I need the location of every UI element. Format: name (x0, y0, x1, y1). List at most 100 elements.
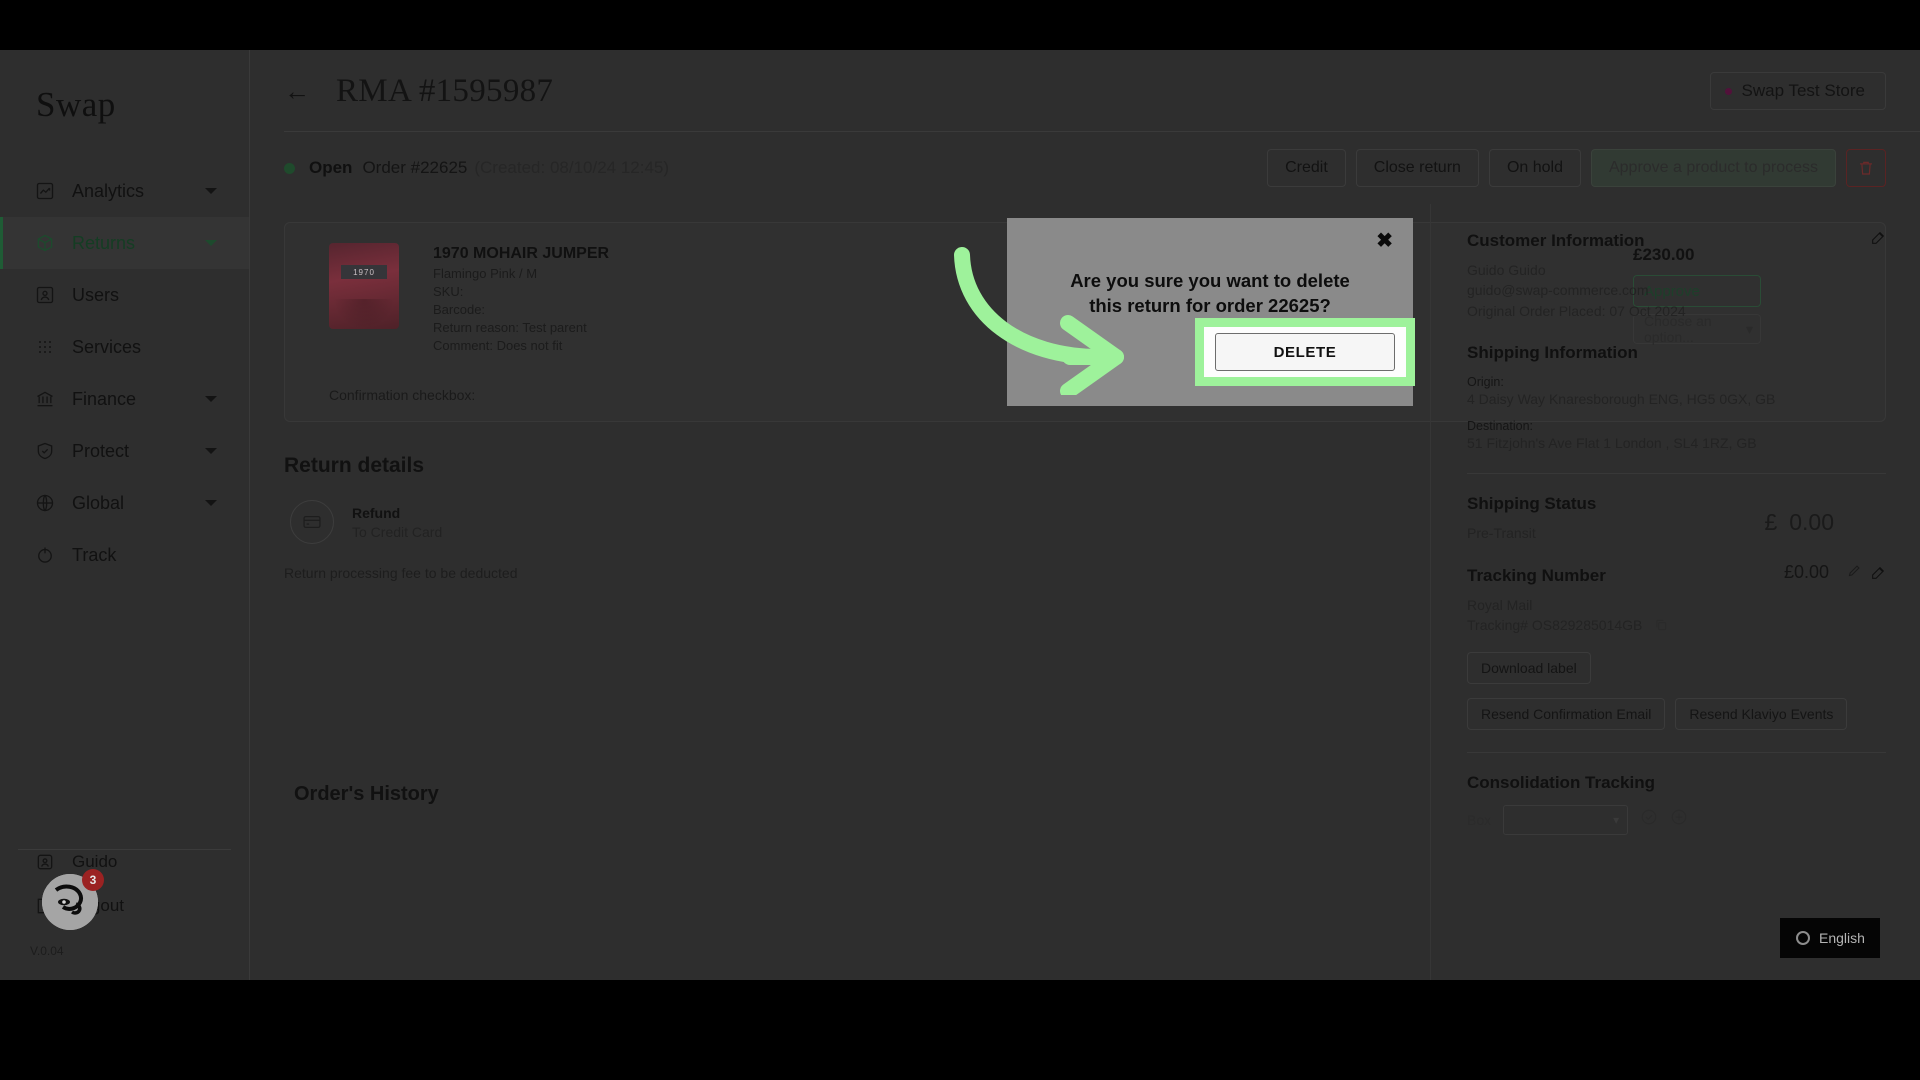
support-chat-widget[interactable]: 3 (42, 869, 104, 930)
language-label: English (1819, 930, 1865, 946)
sidebar-item-users[interactable]: Users (0, 269, 249, 321)
copy-icon[interactable] (1654, 619, 1668, 635)
shipping-status-heading: Shipping Status (1467, 493, 1597, 513)
store-dot-icon (1724, 87, 1732, 95)
on-hold-button[interactable]: On hold (1488, 149, 1581, 187)
product-info: 1970 MOHAIR JUMPER Flamingo Pink / M SKU… (433, 243, 609, 357)
check-circle-icon[interactable] (1640, 808, 1658, 831)
box-label: Box (1467, 811, 1492, 828)
app-version: V.0.04 (30, 944, 64, 958)
bank-icon (34, 388, 56, 410)
status-bar: Open Order #22625 (Created: 08/10/24 12:… (250, 132, 1920, 204)
shield-check-icon (34, 440, 56, 462)
sidebar: Swap Analytics Returns Users Services Fi… (0, 50, 250, 980)
tracking-number-heading: Tracking Number (1467, 565, 1886, 586)
panel-divider (1467, 472, 1886, 474)
sidebar-item-label: Analytics (72, 180, 145, 201)
store-name: Swap Test Store (1741, 81, 1865, 100)
grid-dots-icon (34, 336, 56, 358)
shipping-info-block: Shipping Information Origin: 4 Daisy Way… (1467, 343, 1886, 451)
delete-button-highlight: DELETE (1195, 318, 1415, 386)
customer-order-placed: Original Order Placed: 07 Oct 2024 (1467, 302, 1686, 319)
download-label-button[interactable]: Download label (1467, 651, 1591, 684)
sidebar-bottom-nav: Guido Logout (0, 840, 249, 928)
sidebar-item-returns[interactable]: Returns (0, 217, 249, 269)
product-thumbnail-tag: 1970 (341, 265, 387, 279)
edit-customer-icon[interactable] (1870, 230, 1886, 251)
destination-value: 51 Fitzjohn's Ave Flat 1 London , SL4 1R… (1467, 434, 1757, 451)
order-created-date: (Created: 08/10/24 12:45) (474, 158, 670, 177)
product-thumbnail: 1970 (329, 243, 399, 329)
power-icon (34, 544, 56, 566)
resend-klaviyo-events-button[interactable]: Resend Klaviyo Events (1675, 697, 1848, 730)
delete-return-button[interactable] (1846, 149, 1886, 187)
action-buttons: Credit Close return On hold Approve a pr… (1267, 149, 1886, 187)
back-arrow-icon[interactable]: ← (284, 78, 310, 104)
destination-label: Destination: (1467, 418, 1534, 433)
sidebar-item-services[interactable]: Services (0, 321, 249, 373)
sidebar-item-logout[interactable]: Logout (0, 884, 249, 928)
approve-product-button: Approve a product to process (1590, 149, 1836, 187)
close-icon[interactable]: ✖ (1376, 231, 1393, 251)
sidebar-item-finance[interactable]: Finance (0, 373, 249, 425)
product-variant: Flamingo Pink / M (433, 266, 538, 281)
tracking-number-row: Tracking# OS829285014GB (1467, 615, 1886, 637)
page-title: RMA #1595987 (336, 72, 554, 109)
delete-button[interactable]: DELETE (1215, 333, 1395, 371)
details-sidebar: Customer Information Guido Guido guido@s… (1430, 204, 1920, 980)
sidebar-item-label: Services (72, 336, 142, 357)
tracking-number-title: Tracking Number (1467, 565, 1606, 585)
sidebar-item-account[interactable]: Guido (0, 840, 249, 884)
customer-info-heading: Customer Information (1467, 230, 1886, 251)
box-icon (34, 232, 56, 254)
modal-message: Are you sure you want to delete this ret… (1070, 270, 1350, 317)
delete-button-frame: DELETE (1204, 327, 1406, 377)
box-select[interactable]: ▾ (1503, 804, 1629, 835)
origin-label: Origin: (1467, 374, 1504, 389)
sidebar-item-label: Guido (72, 852, 118, 871)
close-return-button[interactable]: Close return (1355, 149, 1479, 187)
product-return-reason: Return reason: Test parent (433, 320, 587, 335)
status-badge: Open (309, 158, 353, 177)
chevron-down-icon: ▾ (1613, 812, 1620, 827)
sidebar-item-protect[interactable]: Protect (0, 425, 249, 477)
sidebar-nav: Analytics Returns Users Services Finance… (0, 165, 249, 581)
customer-email: guido@swap-commerce.com (1467, 282, 1649, 299)
order-number: Order #22625 (362, 158, 468, 177)
credit-button[interactable]: Credit (1267, 149, 1346, 187)
edit-tracking-icon[interactable] (1870, 565, 1886, 586)
chevron-down-icon (205, 188, 217, 194)
credit-card-icon (290, 500, 334, 544)
globe-icon (34, 492, 56, 514)
tracking-block: Tracking Number Royal Mail Tracking# OS8… (1467, 565, 1886, 638)
resend-confirmation-email-button[interactable]: Resend Confirmation Email (1467, 697, 1666, 730)
app-window: Swap Analytics Returns Users Services Fi… (0, 50, 1920, 980)
status-dot-icon (284, 162, 295, 174)
sidebar-item-analytics[interactable]: Analytics (0, 165, 249, 217)
sidebar-item-global[interactable]: Global (0, 477, 249, 529)
consolidation-row: Box ▾ (1467, 804, 1886, 835)
sidebar-item-label: Logout (72, 896, 124, 915)
sidebar-item-track[interactable]: Track (0, 529, 249, 581)
customer-name: Guido Guido (1467, 262, 1546, 278)
panel-divider-2 (1467, 751, 1886, 753)
product-sku: SKU: (433, 284, 464, 299)
product-comment: Comment: Does not fit (433, 338, 563, 353)
brand-logo: Swap (36, 85, 116, 124)
account-icon (34, 851, 56, 873)
shipping-status-block: Shipping Status Pre-Transit (1467, 494, 1886, 543)
chevron-down-icon (205, 500, 217, 506)
sidebar-item-label: Finance (72, 388, 137, 409)
plus-circle-icon[interactable] (1670, 808, 1688, 831)
consolidation-tracking-heading: Consolidation Tracking (1467, 772, 1655, 792)
sidebar-item-label: Global (72, 492, 125, 513)
language-widget[interactable]: English (1780, 918, 1880, 958)
sidebar-item-label: Users (72, 284, 120, 305)
store-selector[interactable]: Swap Test Store (1709, 72, 1886, 110)
sidebar-item-label: Protect (72, 440, 130, 461)
chevron-down-icon (205, 448, 217, 454)
sidebar-item-label: Track (72, 544, 117, 565)
page-topbar: ← RMA #1595987 Swap Test Store (250, 50, 1920, 132)
label-button-row: Download label (1467, 651, 1886, 684)
user-card-icon (34, 284, 56, 306)
